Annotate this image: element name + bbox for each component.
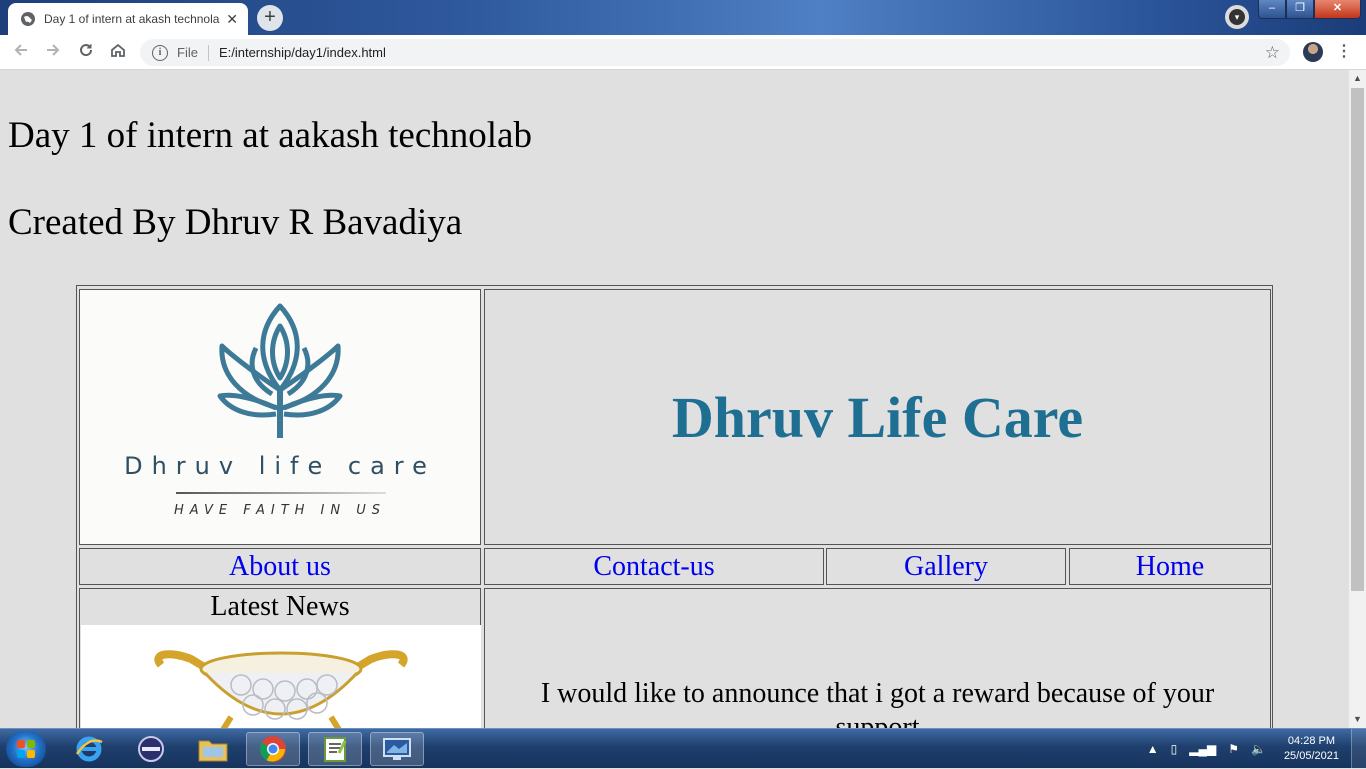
browser-toolbar: i File E:/internship/day1/index.html ☆ ⋮ bbox=[0, 35, 1366, 70]
network-signal-icon[interactable]: ▂▄▆ bbox=[1189, 742, 1216, 756]
scroll-up-icon[interactable]: ▲ bbox=[1349, 70, 1366, 87]
back-icon bbox=[14, 44, 27, 56]
page-heading: Day 1 of intern at aakash technolab bbox=[8, 115, 532, 156]
clock[interactable]: 04:28 PM 25/05/2021 bbox=[1284, 734, 1339, 764]
globe-icon bbox=[21, 12, 35, 26]
tab-title: Day 1 of intern at akash technolab bbox=[44, 12, 221, 26]
tab-close-icon[interactable]: ✕ bbox=[226, 11, 238, 28]
logo-cell: Dhruv life care HAVE FAITH IN US bbox=[79, 289, 481, 545]
clock-date: 25/05/2021 bbox=[1283, 750, 1339, 762]
logo-tagline: HAVE FAITH IN US bbox=[173, 503, 386, 518]
notepad-plus-plus-taskbar-button[interactable] bbox=[308, 732, 362, 766]
internet-explorer-icon bbox=[75, 736, 103, 762]
menu-button[interactable]: ⋮ bbox=[1336, 41, 1352, 61]
internet-explorer-taskbar-button[interactable] bbox=[62, 732, 116, 766]
media-player-icon bbox=[138, 736, 164, 762]
browser-titlebar: Day 1 of intern at akash technolab ✕ + ▾… bbox=[0, 0, 1366, 35]
scroll-down-icon[interactable]: ▼ bbox=[1349, 711, 1366, 728]
scheme-label: File bbox=[177, 45, 198, 60]
chevron-down-icon: ▾ bbox=[1229, 9, 1245, 25]
file-explorer-taskbar-button[interactable] bbox=[186, 732, 240, 766]
news-cell: Latest News bbox=[79, 588, 481, 728]
volume-icon[interactable]: 🔈 bbox=[1251, 742, 1266, 756]
nav-cell-home: Home bbox=[1069, 548, 1271, 585]
nav-link-contact-us[interactable]: Contact-us bbox=[593, 551, 714, 583]
home-button[interactable] bbox=[107, 41, 129, 63]
announcement-cell: I would like to announce that i got a re… bbox=[484, 588, 1271, 728]
forward-button[interactable] bbox=[42, 41, 64, 63]
scroll-thumb[interactable] bbox=[1351, 88, 1364, 591]
reload-icon bbox=[80, 44, 93, 57]
back-button[interactable] bbox=[10, 41, 32, 63]
logo-brand-text: Dhruv life care bbox=[124, 452, 436, 480]
windows-logo-icon bbox=[17, 740, 35, 758]
nav-cell-gallery: Gallery bbox=[826, 548, 1066, 585]
close-window-button[interactable]: ✕ bbox=[1314, 0, 1361, 19]
home-icon bbox=[111, 43, 125, 57]
reload-button[interactable] bbox=[75, 41, 97, 63]
nav-link-gallery[interactable]: Gallery bbox=[904, 551, 988, 583]
remote-desktop-icon bbox=[383, 738, 411, 760]
show-desktop-button[interactable] bbox=[1351, 729, 1366, 769]
announcement-text: I would like to announce that i got a re… bbox=[540, 678, 1215, 728]
show-hidden-icons-icon[interactable]: ▲ bbox=[1147, 742, 1159, 756]
page-viewport: Day 1 of intern at aakash technolab Crea… bbox=[0, 70, 1349, 728]
action-center-flag-icon[interactable]: ⚑ bbox=[1228, 742, 1239, 756]
new-tab-button[interactable]: + bbox=[257, 5, 283, 31]
profile-icon[interactable] bbox=[1303, 42, 1323, 62]
device-icon[interactable]: ▯ bbox=[1171, 742, 1178, 756]
info-icon[interactable]: i bbox=[152, 44, 168, 61]
brand-cell: Dhruv Life Care bbox=[484, 289, 1271, 545]
tab-search-button[interactable]: ▾ bbox=[1225, 5, 1249, 29]
chrome-icon bbox=[259, 736, 286, 762]
omnibox-divider bbox=[207, 44, 209, 61]
nav-link-about-us[interactable]: About us bbox=[229, 551, 331, 583]
remote-desktop-taskbar-button[interactable] bbox=[370, 732, 424, 766]
browser-tab[interactable]: Day 1 of intern at akash technolab ✕ bbox=[8, 3, 248, 35]
window-controls: – ❐ ✕ bbox=[1258, 0, 1361, 20]
address-bar[interactable]: i File E:/internship/day1/index.html ☆ bbox=[140, 39, 1290, 66]
url-text[interactable]: E:/internship/day1/index.html bbox=[219, 45, 1265, 60]
forward-icon bbox=[47, 44, 60, 56]
site-layout-table: Dhruv life care HAVE FAITH IN US Dhruv L… bbox=[76, 285, 1273, 728]
clock-time: 04:28 PM bbox=[1287, 735, 1336, 747]
crystal-bowl-image bbox=[154, 650, 408, 728]
news-image bbox=[81, 625, 481, 728]
news-heading: Latest News bbox=[210, 591, 350, 622]
system-tray: ▲ ▯ ▂▄▆ ⚑ 🔈 04:28 PM 25/05/2021 bbox=[1141, 729, 1366, 769]
maximize-button[interactable]: ❐ bbox=[1286, 0, 1314, 19]
logo-divider bbox=[176, 492, 386, 494]
chrome-taskbar-button[interactable] bbox=[246, 732, 300, 766]
start-button[interactable] bbox=[6, 731, 46, 767]
nav-cell-about: About us bbox=[79, 548, 481, 585]
vertical-scrollbar[interactable]: ▲ ▼ bbox=[1349, 70, 1366, 728]
minimize-button[interactable]: – bbox=[1258, 0, 1286, 19]
nav-link-home[interactable]: Home bbox=[1136, 551, 1204, 583]
star-icon[interactable]: ☆ bbox=[1265, 43, 1280, 63]
site-title: Dhruv Life Care bbox=[671, 384, 1084, 450]
media-player-taskbar-button[interactable] bbox=[124, 732, 178, 766]
file-explorer-icon bbox=[198, 740, 228, 762]
windows-taskbar: ▲ ▯ ▂▄▆ ⚑ 🔈 04:28 PM 25/05/2021 bbox=[0, 728, 1366, 769]
page-subheading: Created By Dhruv R Bavadiya bbox=[8, 202, 463, 243]
notepad-plus-plus-icon bbox=[324, 737, 347, 762]
nav-cell-contact: Contact-us bbox=[484, 548, 824, 585]
